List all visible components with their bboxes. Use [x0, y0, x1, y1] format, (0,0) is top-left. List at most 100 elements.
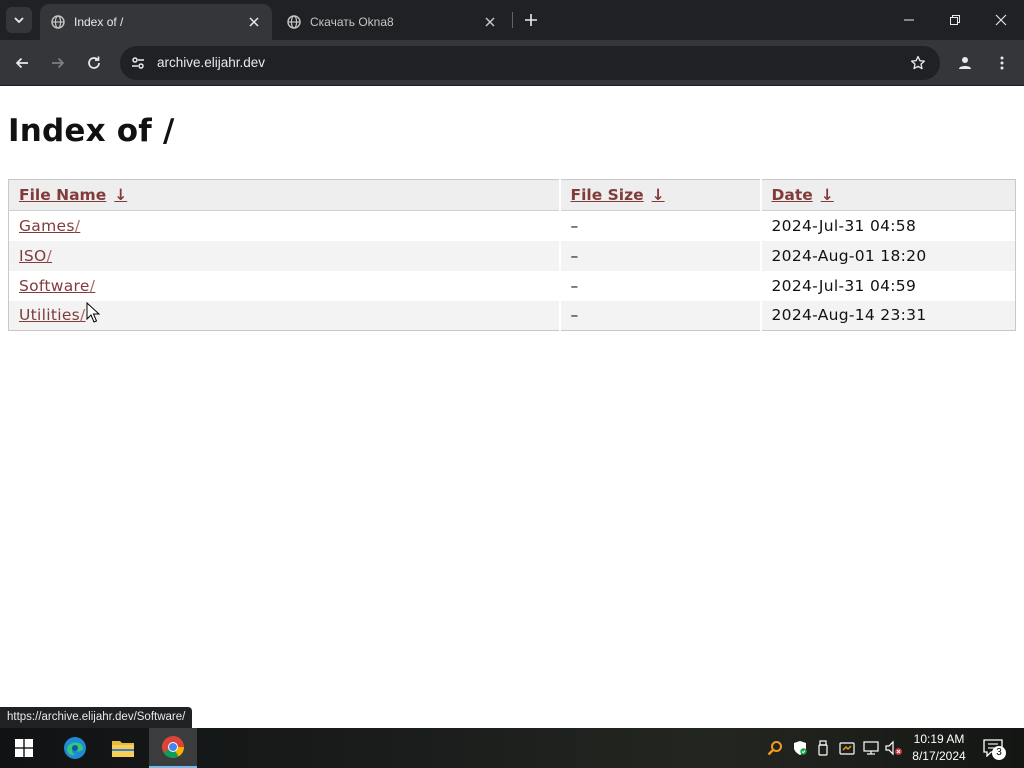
folder-slash: / [74, 216, 81, 235]
file-name-cell: Games/ [9, 211, 560, 241]
back-button[interactable] [8, 49, 36, 77]
file-size-cell: – [558, 240, 761, 271]
close-icon [995, 14, 1007, 26]
globe-icon [286, 14, 302, 30]
sort-by-size-link[interactable]: File Size ↓ [571, 186, 665, 204]
site-info-button[interactable] [126, 51, 150, 75]
sort-by-date-link[interactable]: Date ↓ [772, 186, 834, 204]
folder-link-software[interactable]: Software/ [19, 277, 95, 295]
tab-search-button[interactable] [6, 7, 32, 33]
taskbar-file-explorer[interactable] [99, 728, 147, 768]
arrow-right-icon [52, 57, 65, 69]
edge-icon [64, 737, 86, 759]
sort-arrow-icon: ↓ [820, 186, 834, 204]
folder-name: ISO [19, 246, 47, 265]
table-row: Games/ – 2024-Jul-31 04:58 [9, 210, 1016, 241]
date-cell: 2024-Aug-01 18:20 [759, 240, 1016, 271]
volume-muted-icon[interactable] [884, 738, 904, 758]
column-label: Date [771, 186, 813, 204]
mouse-cursor-icon [86, 302, 100, 323]
tab-title: Скачать Okna8 [310, 15, 394, 29]
file-name-cell: ISO/ [8, 240, 560, 271]
security-shield-icon[interactable] [790, 738, 810, 758]
date-cell: 2024-Jul-31 04:59 [759, 270, 1016, 301]
browser-toolbar: archive.elijahr.dev [0, 40, 1024, 86]
address-bar[interactable]: archive.elijahr.dev [120, 46, 940, 80]
clock-date: 8/17/2024 [912, 749, 966, 763]
folder-slash: / [89, 276, 96, 295]
date-cell: 2024-Aug-14 23:31 [759, 300, 1016, 331]
browser-menu-button[interactable] [988, 49, 1016, 77]
close-tab-icon[interactable] [246, 14, 262, 30]
sort-arrow-icon: ↓ [651, 186, 665, 204]
table-row: ISO/ – 2024-Aug-01 18:20 [8, 240, 1016, 271]
link-status-bubble: https://archive.elijahr.dev/Software/ [0, 707, 193, 728]
column-label: File Size [570, 186, 644, 204]
plus-icon [525, 14, 537, 26]
column-header-file-size: File Size ↓ [558, 179, 761, 211]
taskbar-edge[interactable] [51, 728, 99, 768]
star-icon [910, 55, 926, 70]
folder-link-iso[interactable]: ISO/ [19, 247, 52, 265]
forward-button[interactable] [44, 49, 72, 77]
new-tab-button[interactable] [519, 8, 543, 32]
taskbar-clock[interactable]: 10:19 AM 8/17/2024 [906, 731, 972, 765]
tab-separator [512, 12, 513, 28]
taskbar-chrome[interactable] [149, 728, 197, 768]
restore-icon [950, 15, 960, 25]
column-label: File Name [19, 186, 107, 204]
folder-link-games[interactable]: Games/ [19, 217, 80, 235]
chrome-icon [162, 736, 184, 758]
close-tab-icon[interactable] [482, 14, 498, 30]
windows-logo-icon [15, 739, 33, 757]
folder-link-utilities[interactable]: Utilities/ [19, 306, 86, 324]
action-center-button[interactable]: 3 [980, 736, 1006, 760]
network-icon[interactable] [861, 738, 881, 758]
close-window-button[interactable] [978, 0, 1024, 40]
page-title: Index of / [8, 113, 175, 149]
tab-index-of[interactable]: Index of / [40, 4, 272, 40]
folder-name: Software [19, 276, 90, 295]
table-header-row: File Name ↓ File Size ↓ Date ↓ [8, 179, 1016, 211]
directory-listing-table: File Name ↓ File Size ↓ Date ↓ Games/ – 202… [8, 179, 1016, 331]
usb-device-icon[interactable] [813, 738, 833, 758]
profile-button[interactable] [951, 49, 979, 77]
folder-slash: / [46, 246, 53, 265]
date-cell: 2024-Jul-31 04:58 [759, 210, 1016, 241]
person-icon [959, 57, 971, 69]
app-tray-icon[interactable] [837, 738, 857, 758]
address-url[interactable]: archive.elijahr.dev [157, 55, 265, 70]
tab-title: Index of / [74, 15, 124, 29]
tab-okna8[interactable]: Скачать Okna8 [276, 4, 508, 40]
start-button[interactable] [0, 728, 48, 768]
bookmark-button[interactable] [906, 51, 930, 75]
tab-strip: Index of / Скачать Okna8 [0, 0, 1024, 40]
file-size-cell: – [558, 270, 761, 301]
minimize-icon [904, 19, 914, 21]
table-row: Utilities/ – 2024-Aug-14 23:31 [8, 300, 1016, 331]
folder-name: Utilities [19, 306, 81, 325]
column-header-file-name: File Name ↓ [8, 179, 560, 211]
minimize-button[interactable] [886, 0, 932, 40]
more-vert-icon [1000, 56, 1004, 70]
file-explorer-icon [112, 741, 134, 757]
file-name-cell: Software/ [9, 271, 560, 301]
restore-button[interactable] [932, 0, 978, 40]
table-row: Software/ – 2024-Jul-31 04:59 [9, 270, 1016, 301]
sort-by-name-link[interactable]: File Name ↓ [19, 186, 127, 204]
file-size-cell: – [558, 300, 761, 331]
globe-icon [50, 14, 66, 30]
chevron-down-icon [14, 17, 24, 24]
file-size-cell: – [558, 210, 761, 241]
sort-arrow-icon: ↓ [114, 186, 128, 204]
windows-taskbar: 10:19 AM 8/17/2024 3 [0, 728, 1024, 768]
tray-search-icon[interactable] [765, 738, 785, 758]
folder-slash: / [80, 306, 86, 325]
reload-icon [88, 56, 100, 69]
column-header-date: Date ↓ [759, 179, 1016, 211]
tune-icon [132, 57, 144, 69]
reload-button[interactable] [80, 49, 108, 77]
clock-time: 10:19 AM [913, 732, 965, 746]
page-viewport: Index of / File Name ↓ File Size ↓ Date ↓ G… [0, 87, 1024, 728]
notification-count-badge: 3 [992, 746, 1006, 760]
